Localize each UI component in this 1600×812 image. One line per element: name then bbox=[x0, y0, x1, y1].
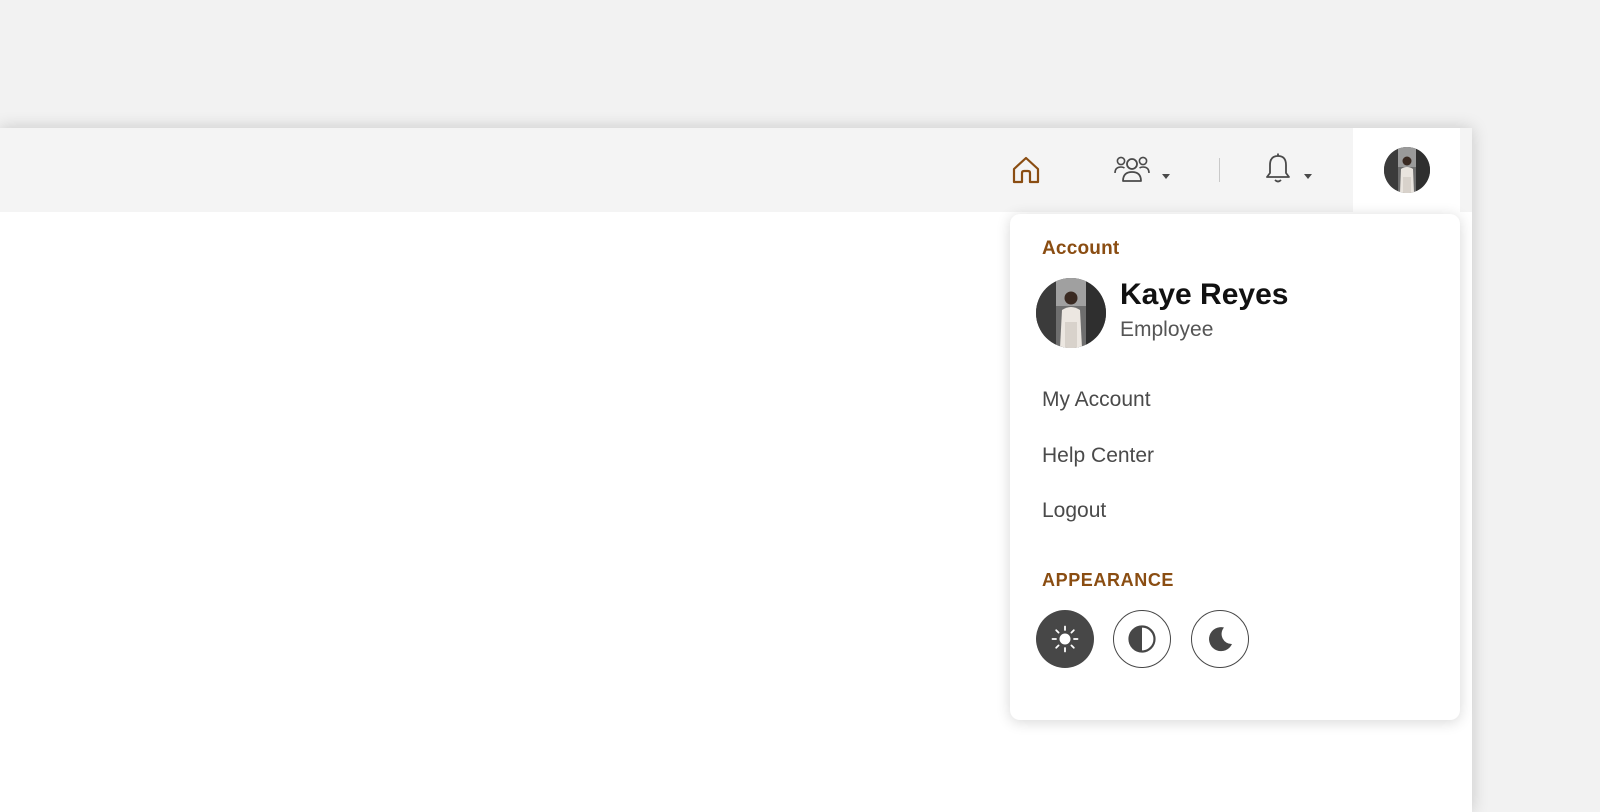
account-section-label: Account bbox=[1042, 238, 1120, 259]
theme-contrast-button[interactable] bbox=[1113, 610, 1171, 668]
chevron-down-icon bbox=[1304, 174, 1312, 179]
sun-icon bbox=[1051, 625, 1079, 653]
chevron-down-icon bbox=[1162, 174, 1170, 179]
contrast-icon bbox=[1128, 625, 1156, 653]
team-icon bbox=[1114, 156, 1150, 182]
menu-item-logout[interactable]: Logout bbox=[1042, 499, 1106, 523]
bell-icon bbox=[1266, 153, 1290, 183]
theme-dark-button[interactable] bbox=[1191, 610, 1249, 668]
appearance-section-label: APPEARANCE bbox=[1042, 570, 1175, 590]
menu-item-my-account[interactable]: My Account bbox=[1042, 388, 1151, 412]
notifications-button[interactable] bbox=[1262, 150, 1318, 190]
home-button[interactable] bbox=[1006, 150, 1046, 190]
account-dropdown: Account Kaye Reyes Employee My Account H… bbox=[1010, 214, 1460, 720]
moon-icon bbox=[1209, 627, 1232, 652]
profile-avatar-wrapper bbox=[1036, 278, 1106, 348]
user-name: Kaye Reyes bbox=[1120, 278, 1289, 311]
home-icon bbox=[1012, 156, 1040, 184]
user-role: Employee bbox=[1120, 318, 1214, 341]
avatar bbox=[1383, 147, 1430, 193]
app-window: Account Kaye Reyes Employee My Account H… bbox=[0, 128, 1472, 812]
theme-light-button[interactable] bbox=[1036, 610, 1094, 668]
menu-item-help-center[interactable]: Help Center bbox=[1042, 444, 1154, 468]
team-menu-button[interactable] bbox=[1112, 150, 1176, 190]
top-navbar bbox=[0, 128, 1472, 212]
topbar-divider bbox=[1219, 158, 1220, 182]
account-menu-toggle[interactable] bbox=[1353, 128, 1460, 212]
avatar bbox=[1036, 278, 1106, 348]
